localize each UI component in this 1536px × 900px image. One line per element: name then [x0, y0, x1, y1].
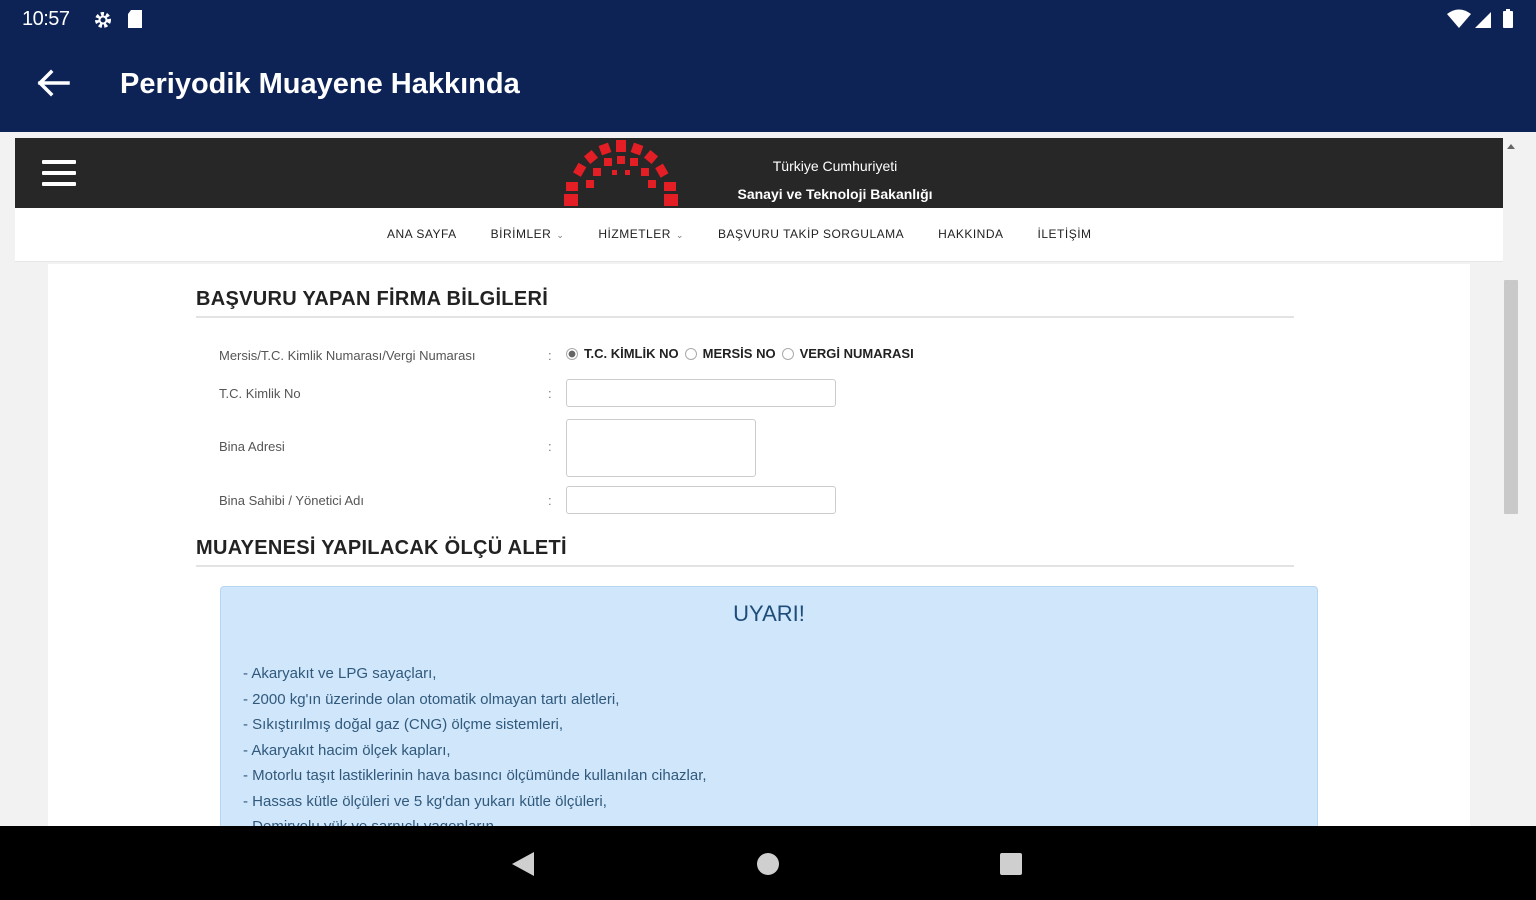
- list-item: - Hassas kütle ölçüleri ve 5 kg'dan yuka…: [243, 792, 607, 810]
- radio-label: VERGİ NUMARASI: [799, 346, 914, 361]
- alert-list: - Akaryakıt ve LPG sayaçları, - 2000 kg'…: [243, 661, 1317, 826]
- radio-label: T.C. KİMLİK NO: [584, 346, 679, 361]
- wifi-icon: [1447, 9, 1471, 28]
- status-time: 10:57: [22, 8, 70, 30]
- warning-alert: UYARI! - Akaryakıt ve LPG sayaçları, - 2…: [220, 586, 1318, 826]
- form-content: BAŞVURU YAPAN FİRMA BİLGİLERİ Mersis/T.C…: [48, 264, 1470, 826]
- chevron-down-icon: ⌄: [556, 230, 565, 240]
- list-item: - Akaryakıt hacim ölçek kapları,: [243, 741, 451, 759]
- recents-square-icon[interactable]: [1000, 853, 1022, 875]
- nav-label: BAŞVURU TAKİP SORGULAMA: [717, 227, 905, 241]
- colon: :: [548, 493, 552, 508]
- scroll-up-icon[interactable]: [1507, 144, 1515, 149]
- nav-label: HİZMETLER: [598, 227, 671, 241]
- nav-item-hakkinda[interactable]: HAKKINDA: [938, 227, 1003, 241]
- ministry-logo-icon: [564, 140, 678, 206]
- section-title-firma: BAŞVURU YAPAN FİRMA BİLGİLERİ: [196, 288, 1294, 318]
- back-triangle-icon[interactable]: [512, 852, 534, 876]
- page-title: Periyodik Muayene Hakkında: [120, 68, 520, 100]
- tc-label: T.C. Kimlik No: [219, 386, 301, 401]
- gear-icon: [95, 12, 111, 28]
- owner-input[interactable]: [566, 486, 836, 514]
- nav-label: HAKKINDA: [938, 227, 1004, 241]
- address-label: Bina Adresi: [219, 439, 285, 454]
- webview: Türkiye Cumhuriyeti Sanayi ve Teknoloji …: [0, 132, 1536, 826]
- scrollbar-thumb[interactable]: [1504, 280, 1518, 514]
- id-type-label: Mersis/T.C. Kimlik Numarası/Vergi Numara…: [219, 348, 476, 363]
- list-item: - Demiryolu yük ve sarnıçlı vagonların: [243, 814, 1317, 826]
- app-bar: Periyodik Muayene Hakkında: [0, 38, 1536, 132]
- radio-vergi[interactable]: [781, 347, 794, 360]
- colon: :: [548, 439, 552, 454]
- system-nav-bar: [0, 826, 1536, 900]
- list-item: - Motorlu taşıt lastiklerinin hava basın…: [243, 767, 707, 784]
- site-header: Türkiye Cumhuriyeti Sanayi ve Teknoloji …: [15, 138, 1503, 208]
- radio-label: MERSİS NO: [702, 346, 776, 361]
- nav-item-hizmetler[interactable]: HİZMETLER ⌄: [598, 227, 684, 241]
- ministry-line1: Türkiye Cumhuriyeti: [772, 158, 898, 174]
- owner-label: Bina Sahibi / Yönetici Adı: [219, 493, 365, 508]
- colon: :: [548, 348, 552, 363]
- battery-icon: [1503, 9, 1513, 28]
- site-nav: ANA SAYFA BİRİMLER ⌄ HİZMETLER ⌄ BAŞVURU T…: [15, 208, 1503, 262]
- signal-icon: [1475, 12, 1491, 28]
- list-item: - 2000 kg'ın üzerinde olan otomatik olma…: [243, 690, 620, 708]
- ministry-line2: Sanayi ve Teknoloji Bakanlığı: [737, 186, 933, 202]
- nav-label: ANA SAYFA: [387, 227, 457, 241]
- status-bar: 10:57: [0, 0, 1536, 38]
- address-textarea[interactable]: [566, 419, 756, 477]
- section-title-olcu-aleti: MUAYENESİ YAPILACAK ÖLÇÜ ALETİ: [196, 537, 1294, 567]
- radio-mersis[interactable]: [684, 347, 697, 360]
- sd-card-icon: [128, 10, 142, 28]
- menu-icon[interactable]: [42, 160, 76, 186]
- tc-kimlik-input[interactable]: [566, 379, 836, 407]
- colon: :: [548, 386, 552, 401]
- nav-item-iletisim[interactable]: İLETİŞİM: [1038, 227, 1092, 241]
- id-type-radio-group: T.C. KİMLİK NO MERSİS NO VERGİ NUMARASI: [566, 346, 914, 361]
- radio-tc-kimlik[interactable]: [566, 347, 578, 360]
- ministry-name: Türkiye Cumhuriyeti Sanayi ve Teknoloji …: [705, 152, 965, 208]
- list-item: - Akaryakıt ve LPG sayaçları,: [243, 665, 437, 682]
- nav-item-birimler[interactable]: BİRİMLER ⌄: [491, 227, 565, 241]
- nav-label: İLETİŞİM: [1037, 227, 1092, 241]
- home-circle-icon[interactable]: [757, 853, 779, 875]
- arrow-left-icon[interactable]: [36, 68, 72, 98]
- nav-item-basvuru-takip[interactable]: BAŞVURU TAKİP SORGULAMA: [718, 227, 904, 241]
- nav-item-ana-sayfa[interactable]: ANA SAYFA: [387, 227, 457, 241]
- chevron-down-icon: ⌄: [675, 230, 684, 240]
- nav-label: BİRİMLER: [490, 227, 552, 241]
- alert-title: UYARI!: [733, 601, 805, 626]
- list-item: - Sıkıştırılmış doğal gaz (CNG) ölçme si…: [243, 716, 564, 733]
